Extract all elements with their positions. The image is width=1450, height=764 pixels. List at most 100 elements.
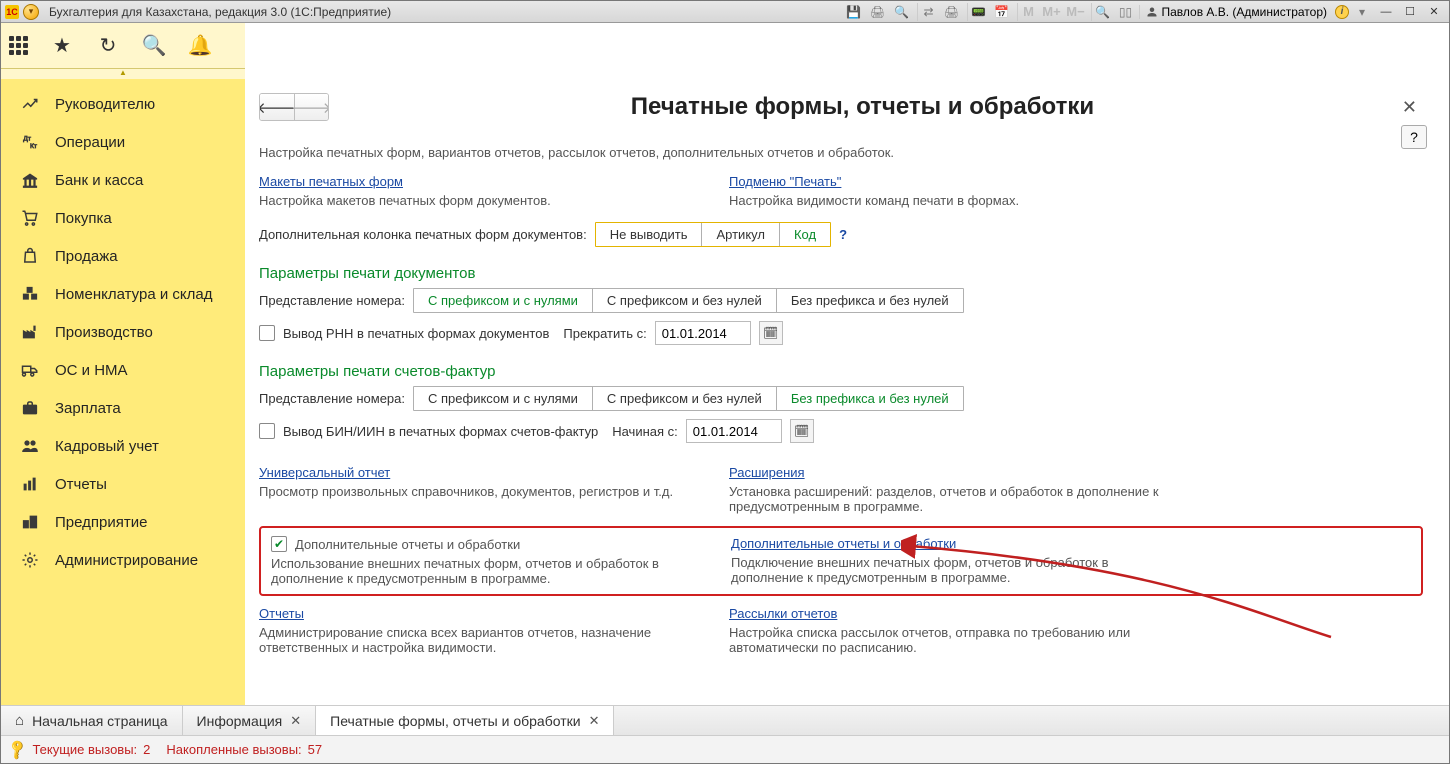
sidebar-item-manager[interactable]: Руководителю bbox=[1, 85, 245, 123]
tab-home[interactable]: ⌂ Начальная страница bbox=[1, 706, 183, 735]
desc-print-submenu: Настройка видимости команд печати в форм… bbox=[729, 193, 1159, 208]
history-icon[interactable]: ↻ bbox=[96, 34, 120, 58]
tab-info-label: Информация bbox=[197, 713, 283, 729]
zoom-icon[interactable]: 🔍 bbox=[1091, 3, 1113, 21]
checkbox-rnn[interactable] bbox=[259, 325, 275, 341]
sidebar-item-assets[interactable]: ОС и НМА bbox=[1, 351, 245, 389]
link-mailings[interactable]: Рассылки отчетов bbox=[729, 606, 837, 621]
sidebar-item-label: Руководителю bbox=[55, 96, 155, 113]
sidebar-item-production[interactable]: Производство bbox=[1, 313, 245, 351]
menu-dropdown-icon[interactable]: ▾ bbox=[23, 4, 39, 20]
link-ext-reports[interactable]: Дополнительные отчеты и обработки bbox=[731, 536, 956, 551]
opt2-noprefix-nozeros[interactable]: Без префикса и без нулей bbox=[776, 387, 963, 410]
sidebar-item-salary[interactable]: Зарплата bbox=[1, 389, 245, 427]
preview-icon[interactable]: 🔍 bbox=[891, 3, 913, 21]
highlight-box: ✔ Дополнительные отчеты и обработки Испо… bbox=[259, 526, 1423, 596]
checkbox-bin[interactable] bbox=[259, 423, 275, 439]
num-repr-switch-2[interactable]: С префиксом и с нулями С префиксом и без… bbox=[413, 386, 964, 411]
tab-info-close[interactable]: ✕ bbox=[290, 713, 301, 729]
memory-m[interactable]: M bbox=[1017, 3, 1039, 21]
link-print-templates[interactable]: Макеты печатных форм bbox=[259, 174, 403, 189]
checkbox-ext-reports-label: Дополнительные отчеты и обработки bbox=[295, 537, 520, 552]
info-icon[interactable]: i bbox=[1335, 5, 1349, 19]
operations-icon: ДтКт bbox=[19, 133, 41, 151]
print-icon[interactable]: 🖨 bbox=[867, 3, 889, 21]
opt2-prefix-zeros[interactable]: С префиксом и с нулями bbox=[414, 387, 592, 410]
link-extensions[interactable]: Расширения bbox=[729, 465, 805, 480]
user-box[interactable]: Павлов А.В. (Администратор) bbox=[1139, 5, 1334, 19]
opt1-prefix-zeros[interactable]: С префиксом и с нулями bbox=[414, 289, 592, 312]
page-close-button[interactable]: ✕ bbox=[1396, 97, 1423, 118]
stop-from-date[interactable] bbox=[655, 321, 751, 345]
help-hint-icon[interactable]: ? bbox=[839, 227, 847, 242]
help-button[interactable]: ? bbox=[1401, 125, 1427, 149]
user-name: Павлов А.В. (Администратор) bbox=[1162, 5, 1328, 19]
num-repr-switch-1[interactable]: С префиксом и с нулями С префиксом и без… bbox=[413, 288, 964, 313]
stop-from-label: Прекратить с: bbox=[563, 326, 646, 341]
tab-printforms-label: Печатные формы, отчеты и обработки bbox=[330, 713, 580, 729]
opt1-prefix-nozeros[interactable]: С префиксом и без нулей bbox=[592, 289, 776, 312]
opt2-prefix-nozeros[interactable]: С префиксом и без нулей bbox=[592, 387, 776, 410]
notifications-icon[interactable]: 🔔 bbox=[188, 34, 212, 58]
sidebar-item-label: Зарплата bbox=[55, 400, 121, 417]
status-current-label: Текущие вызовы: bbox=[32, 742, 137, 757]
collapse-handle[interactable]: ▲ bbox=[1, 69, 245, 79]
sidebar-item-purchase[interactable]: Покупка bbox=[1, 199, 245, 237]
calendar-picker-1[interactable]: 🗓 bbox=[759, 321, 783, 345]
memory-mminus[interactable]: M− bbox=[1065, 3, 1087, 21]
panels-icon[interactable]: ▯▯ bbox=[1115, 3, 1137, 21]
close-button[interactable]: ✕ bbox=[1423, 3, 1445, 21]
link-universal-report[interactable]: Универсальный отчет bbox=[259, 465, 390, 480]
nav-forward-button[interactable]: 🡒 bbox=[294, 94, 328, 120]
checkbox-ext-reports[interactable]: ✔ bbox=[271, 536, 287, 552]
sidebar-item-operations[interactable]: ДтКтОперации bbox=[1, 123, 245, 161]
sidebar-item-goods[interactable]: Номенклатура и склад bbox=[1, 275, 245, 313]
link-print-submenu[interactable]: Подменю "Печать" bbox=[729, 174, 841, 189]
nav-buttons: 🡐 🡒 bbox=[259, 93, 329, 121]
sidebar-item-admin[interactable]: Администрирование bbox=[1, 541, 245, 579]
sidebar-item-label: Номенклатура и склад bbox=[55, 286, 212, 303]
apps-icon[interactable] bbox=[9, 36, 28, 55]
tab-info[interactable]: Информация ✕ bbox=[183, 706, 317, 735]
save-icon[interactable]: 💾 bbox=[843, 3, 865, 21]
sidebar-item-label: Банк и касса bbox=[55, 172, 143, 189]
favorites-icon[interactable]: ★ bbox=[50, 34, 74, 58]
memory-mplus[interactable]: M+ bbox=[1041, 3, 1063, 21]
section-print-docs-header: Параметры печати документов bbox=[259, 265, 1423, 282]
sidebar-item-hr[interactable]: Кадровый учет bbox=[1, 427, 245, 465]
dropdown-small-icon[interactable]: ▾ bbox=[1351, 3, 1373, 21]
checkbox-bin-label: Вывод БИН/ИИН в печатных формах счетов-ф… bbox=[283, 424, 598, 439]
tab-printforms-close[interactable]: ✕ bbox=[589, 713, 600, 729]
desc-universal-report: Просмотр произвольных справочников, доку… bbox=[259, 484, 689, 499]
barchart-icon bbox=[19, 475, 41, 493]
status-current-value: 2 bbox=[143, 742, 150, 757]
sidebar: Руководителю ДтКтОперации Банк и касса П… bbox=[1, 79, 245, 705]
top-toolbar: ★ ↻ 🔍 🔔 bbox=[1, 23, 245, 69]
calendar-icon[interactable]: 📅 bbox=[991, 3, 1013, 21]
maximize-button[interactable]: ☐ bbox=[1399, 3, 1421, 21]
nav-back-button[interactable]: 🡐 bbox=[260, 94, 294, 120]
print2-icon[interactable]: 🖨 bbox=[941, 3, 963, 21]
opt-article[interactable]: Артикул bbox=[701, 223, 778, 246]
sidebar-item-reports[interactable]: Отчеты bbox=[1, 465, 245, 503]
calendar-picker-2[interactable]: 🗓 bbox=[790, 419, 814, 443]
calculator-icon[interactable]: 📟 bbox=[967, 3, 989, 21]
minimize-button[interactable]: — bbox=[1375, 3, 1397, 21]
extra-column-switch[interactable]: Не выводить Артикул Код bbox=[595, 222, 831, 247]
truck-icon bbox=[19, 361, 41, 379]
start-from-date[interactable] bbox=[686, 419, 782, 443]
sidebar-item-bank[interactable]: Банк и касса bbox=[1, 161, 245, 199]
compare-icon[interactable]: ⇄ bbox=[917, 3, 939, 21]
search-icon[interactable]: 🔍 bbox=[142, 34, 166, 58]
main-content: 🡐 🡒 Печатные формы, отчеты и обработки ✕… bbox=[245, 79, 1449, 705]
cart-icon bbox=[19, 209, 41, 227]
sidebar-item-label: Продажа bbox=[55, 248, 118, 265]
opt1-noprefix-nozeros[interactable]: Без префикса и без нулей bbox=[776, 289, 963, 312]
home-icon: ⌂ bbox=[15, 712, 24, 729]
opt-code[interactable]: Код bbox=[779, 223, 830, 246]
sidebar-item-enterprise[interactable]: Предприятие bbox=[1, 503, 245, 541]
link-reports[interactable]: Отчеты bbox=[259, 606, 304, 621]
opt-no-output[interactable]: Не выводить bbox=[596, 223, 702, 246]
sidebar-item-sale[interactable]: Продажа bbox=[1, 237, 245, 275]
tab-printforms[interactable]: Печатные формы, отчеты и обработки ✕ bbox=[316, 706, 614, 735]
